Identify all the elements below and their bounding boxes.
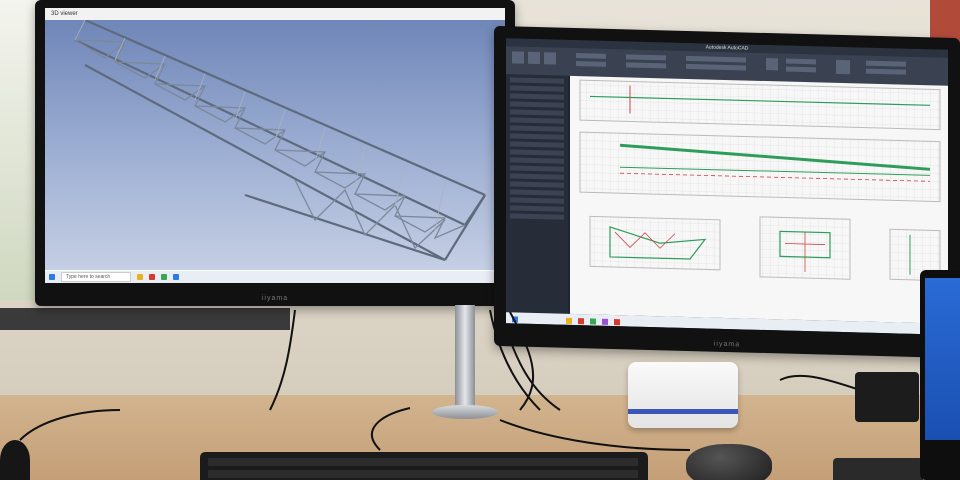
left-monitor: 3D viewer Type here to search iiyama bbox=[35, 0, 515, 306]
white-desk-device bbox=[628, 362, 738, 428]
speaker bbox=[0, 440, 30, 480]
truss-bridge-model bbox=[73, 18, 486, 262]
tablet-screen bbox=[925, 278, 960, 440]
properties-panel[interactable] bbox=[506, 74, 568, 314]
taskbar-app-icon[interactable] bbox=[161, 274, 168, 280]
left-screen: 3D viewer Type here to search bbox=[45, 8, 505, 283]
window bbox=[0, 0, 40, 300]
taskbar-app-icon[interactable] bbox=[173, 274, 180, 280]
key-row[interactable] bbox=[208, 470, 638, 478]
taskbar-app-icon[interactable] bbox=[137, 274, 144, 280]
tablet-device bbox=[920, 270, 960, 480]
key-row[interactable] bbox=[208, 458, 638, 466]
taskbar-search-input[interactable]: Type here to search bbox=[61, 272, 132, 282]
right-screen: Autodesk AutoCAD bbox=[506, 38, 948, 335]
taskbar-app-icon[interactable] bbox=[149, 274, 156, 280]
black-power-adapter bbox=[855, 372, 919, 422]
cad-drawing-sheets bbox=[579, 79, 941, 282]
viewer-tab-label[interactable]: 3D viewer bbox=[51, 11, 78, 17]
desk-phone bbox=[833, 458, 923, 480]
left-taskbar: Type here to search bbox=[45, 271, 505, 283]
start-icon[interactable] bbox=[49, 274, 55, 280]
office-desk-scene: 3D viewer Type here to search iiyama Aut… bbox=[0, 0, 960, 480]
keyboard[interactable] bbox=[200, 452, 648, 480]
cad-drawing-area[interactable] bbox=[570, 75, 948, 324]
device-blue-stripe bbox=[628, 409, 738, 414]
computer-mouse[interactable] bbox=[686, 444, 772, 480]
viewer-tab-bar[interactable]: 3D viewer bbox=[45, 8, 505, 20]
3d-model-canvas[interactable] bbox=[45, 18, 505, 270]
